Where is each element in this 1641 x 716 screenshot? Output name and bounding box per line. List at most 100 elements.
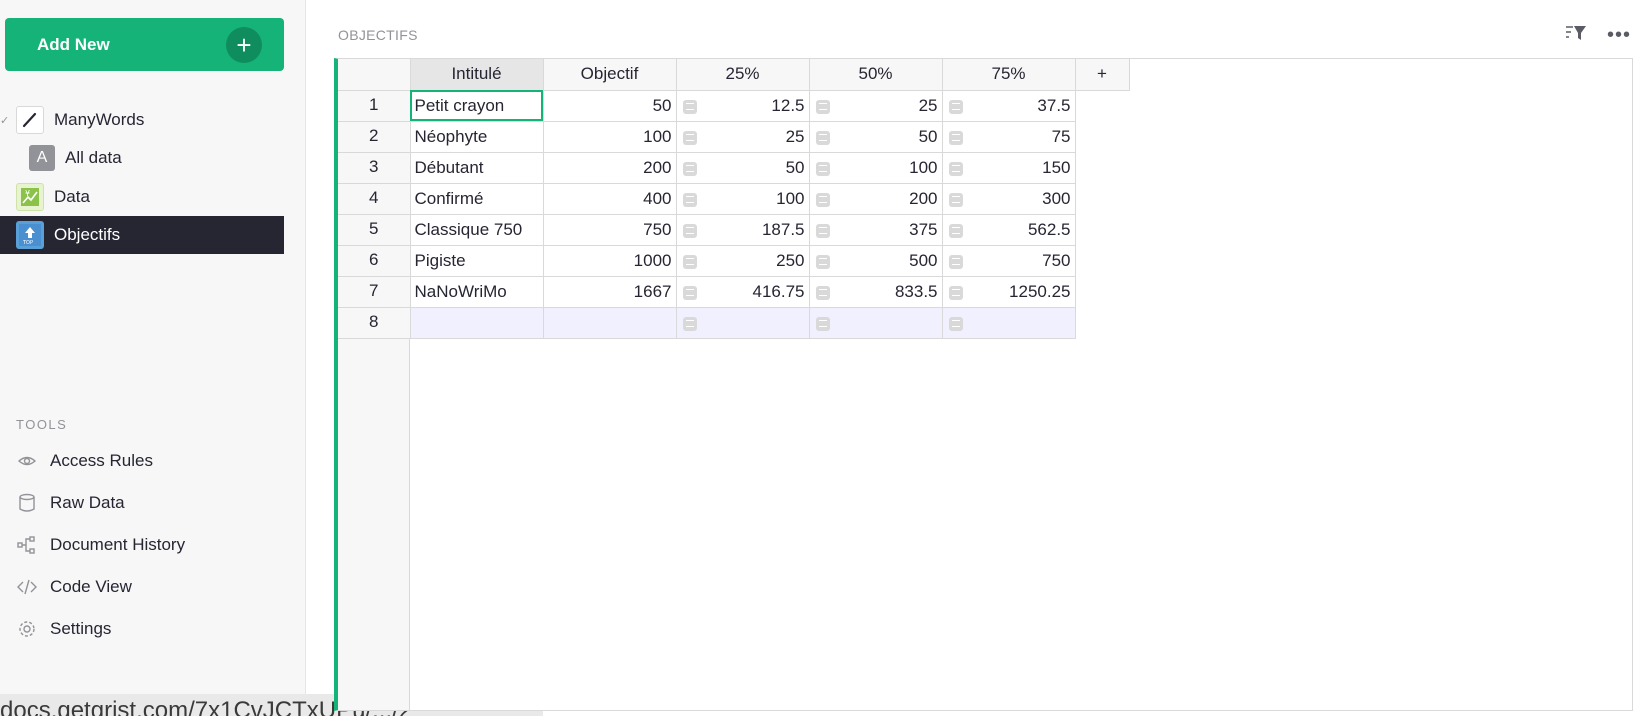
cell-formula[interactable]: 200 bbox=[809, 183, 943, 215]
cell-intitule[interactable]: Débutant bbox=[410, 152, 544, 184]
tool-label: Settings bbox=[50, 619, 112, 638]
corner-cell[interactable] bbox=[338, 59, 411, 91]
add-row[interactable]: 8 bbox=[338, 307, 1129, 339]
cell-value: 75 bbox=[1051, 126, 1071, 146]
formula-icon bbox=[682, 161, 697, 176]
formula-icon bbox=[682, 316, 697, 331]
cell-formula[interactable]: 37.5 bbox=[942, 90, 1076, 122]
tool-settings[interactable]: Settings bbox=[16, 614, 111, 644]
cell-formula[interactable]: 100 bbox=[676, 183, 810, 215]
row-number[interactable]: 6 bbox=[338, 245, 411, 277]
cell-formula[interactable]: 50 bbox=[809, 121, 943, 153]
tool-label: Raw Data bbox=[50, 493, 125, 512]
more-options-icon[interactable]: ••• bbox=[1607, 24, 1631, 47]
cell-objectif[interactable]: 1000 bbox=[543, 245, 677, 277]
cell-formula[interactable]: 100 bbox=[809, 152, 943, 184]
row-number[interactable]: 7 bbox=[338, 276, 411, 308]
formula-icon bbox=[815, 130, 830, 145]
gear-icon bbox=[16, 618, 38, 640]
formula-icon bbox=[815, 192, 830, 207]
cell-intitule[interactable]: Classique 750 bbox=[410, 214, 544, 246]
cell-formula[interactable]: 833.5 bbox=[809, 276, 943, 308]
formula-icon bbox=[948, 161, 963, 176]
column-header[interactable]: 75% bbox=[942, 59, 1076, 91]
cell-formula[interactable]: 187.5 bbox=[676, 214, 810, 246]
tool-code-view[interactable]: Code View bbox=[16, 572, 132, 602]
tool-document-history[interactable]: Document History bbox=[16, 530, 185, 560]
svg-text:TOP: TOP bbox=[22, 240, 33, 246]
cell-formula[interactable] bbox=[676, 307, 810, 339]
row-number[interactable]: 1 bbox=[338, 90, 411, 122]
tools-heading: TOOLS bbox=[16, 417, 68, 432]
add-new-button[interactable]: Add New + bbox=[5, 18, 284, 71]
cell-formula[interactable]: 150 bbox=[942, 152, 1076, 184]
cell-formula[interactable]: 750 bbox=[942, 245, 1076, 277]
cell-objectif[interactable]: 750 bbox=[543, 214, 677, 246]
column-header[interactable]: Intitulé bbox=[410, 59, 544, 91]
tool-raw-data[interactable]: Raw Data bbox=[16, 488, 125, 518]
header-row: Intitulé Objectif 25% 50% 75% + bbox=[338, 59, 1130, 91]
eye-icon bbox=[16, 450, 38, 472]
cell-objectif[interactable]: 50 bbox=[543, 90, 677, 122]
cell-formula[interactable]: 25 bbox=[809, 90, 943, 122]
page-objectifs[interactable]: TOP Objectifs bbox=[0, 216, 284, 254]
cell-formula[interactable]: 75 bbox=[942, 121, 1076, 153]
cell-value: 100 bbox=[776, 188, 805, 208]
page-all-data[interactable]: A All data bbox=[29, 139, 313, 177]
cell-value: 416.75 bbox=[752, 281, 805, 301]
cell-formula[interactable] bbox=[809, 307, 943, 339]
page-manywords[interactable]: ✓ ManyWords bbox=[0, 101, 300, 139]
cell-intitule[interactable]: NaNoWriMo bbox=[410, 276, 544, 308]
row-number[interactable]: 5 bbox=[338, 214, 411, 246]
column-header[interactable]: Objectif bbox=[543, 59, 677, 91]
cell-formula[interactable]: 50 bbox=[676, 152, 810, 184]
page-label: Objectifs bbox=[54, 225, 121, 244]
cell-objectif[interactable]: 1667 bbox=[543, 276, 677, 308]
cell-formula[interactable]: 300 bbox=[942, 183, 1076, 215]
cell-objectif[interactable]: 200 bbox=[543, 152, 677, 184]
cell-value: 25 bbox=[918, 95, 938, 115]
cell-value: 833.5 bbox=[894, 281, 938, 301]
cell-intitule[interactable]: Petit crayon bbox=[410, 90, 544, 122]
cell-intitule[interactable] bbox=[410, 307, 544, 339]
column-header[interactable]: 50% bbox=[809, 59, 943, 91]
data-grid: Intitulé Objectif 25% 50% 75% + 1 Petit c… bbox=[334, 58, 1633, 711]
row-number[interactable]: 8 bbox=[338, 307, 411, 339]
code-icon bbox=[16, 576, 38, 598]
column-header[interactable]: 25% bbox=[676, 59, 810, 91]
page-label: Data bbox=[54, 187, 90, 206]
cell-formula[interactable] bbox=[942, 307, 1076, 339]
cell-formula[interactable]: 12.5 bbox=[676, 90, 810, 122]
cell-value: 300 bbox=[1042, 188, 1071, 208]
row-number[interactable]: 3 bbox=[338, 152, 411, 184]
formula-icon bbox=[948, 192, 963, 207]
cell-value: 1250.25 bbox=[1009, 281, 1071, 301]
sort-filter-icon[interactable] bbox=[1565, 24, 1587, 47]
cell-formula[interactable]: 1250.25 bbox=[942, 276, 1076, 308]
cell-objectif[interactable]: 100 bbox=[543, 121, 677, 153]
tool-access-rules[interactable]: Access Rules bbox=[16, 446, 153, 476]
cell-intitule[interactable]: Pigiste bbox=[410, 245, 544, 277]
cell-formula[interactable]: 562.5 bbox=[942, 214, 1076, 246]
cell-intitule[interactable]: Confirmé bbox=[410, 183, 544, 215]
table-row: 1 Petit crayon 50 12.5 25 37.5 bbox=[338, 90, 1129, 122]
formula-icon bbox=[815, 99, 830, 114]
page-data[interactable]: ¥ Data bbox=[16, 178, 300, 216]
add-column-button[interactable]: + bbox=[1075, 59, 1130, 91]
formula-icon bbox=[682, 285, 697, 300]
formula-icon bbox=[948, 316, 963, 331]
cell-objectif[interactable] bbox=[543, 307, 677, 339]
cell-formula[interactable]: 416.75 bbox=[676, 276, 810, 308]
cell-formula[interactable]: 250 bbox=[676, 245, 810, 277]
history-icon bbox=[16, 534, 38, 556]
cell-formula[interactable]: 25 bbox=[676, 121, 810, 153]
cell-intitule[interactable]: Néophyte bbox=[410, 121, 544, 153]
cell-formula[interactable]: 500 bbox=[809, 245, 943, 277]
cell-formula[interactable]: 375 bbox=[809, 214, 943, 246]
table-row: 7 NaNoWriMo 1667 416.75 833.5 1250.25 bbox=[338, 276, 1129, 308]
cell-objectif[interactable]: 400 bbox=[543, 183, 677, 215]
expand-caret-icon[interactable]: ✓ bbox=[0, 114, 9, 127]
section-toolbar: ••• bbox=[1565, 24, 1631, 47]
row-number[interactable]: 2 bbox=[338, 121, 411, 153]
row-number[interactable]: 4 bbox=[338, 183, 411, 215]
